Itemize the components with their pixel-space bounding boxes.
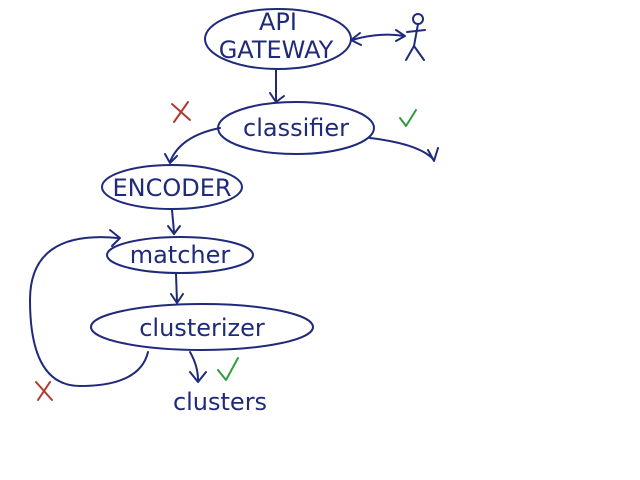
check-mark-icon <box>399 109 417 127</box>
node-classifier-label: classifier <box>243 114 349 142</box>
diagram-canvas: API GATEWAY classifier ENCODER matcher c… <box>29 8 439 416</box>
edge-clusterizer-clusters <box>189 351 207 383</box>
node-encoder-label: ENCODER <box>112 174 231 202</box>
node-api-gateway-label-line2: GATEWAY <box>219 36 334 64</box>
edge-matcher-clusterizer <box>170 273 184 304</box>
edge-classifier-out <box>369 137 439 162</box>
x-mark-icon <box>171 101 191 123</box>
node-classifier: classifier <box>217 101 375 155</box>
output-clusters-label: clusters <box>173 388 267 416</box>
edge-gateway-classifier <box>269 69 285 103</box>
node-encoder: ENCODER <box>101 164 243 210</box>
edge-encoder-matcher <box>167 209 181 235</box>
check-mark-icon <box>217 357 239 381</box>
edge-gateway-user <box>350 29 406 46</box>
node-matcher: matcher <box>106 236 254 274</box>
node-api-gateway: API GATEWAY <box>204 8 352 70</box>
x-mark-icon <box>35 381 53 401</box>
node-matcher-label: matcher <box>130 241 231 269</box>
node-clusterizer-label: clusterizer <box>139 314 265 342</box>
edge-classifier-encoder <box>164 127 221 164</box>
node-clusterizer: clusterizer <box>90 303 314 351</box>
stick-figure-icon <box>405 13 426 61</box>
node-api-gateway-label-line1: API <box>259 8 297 36</box>
